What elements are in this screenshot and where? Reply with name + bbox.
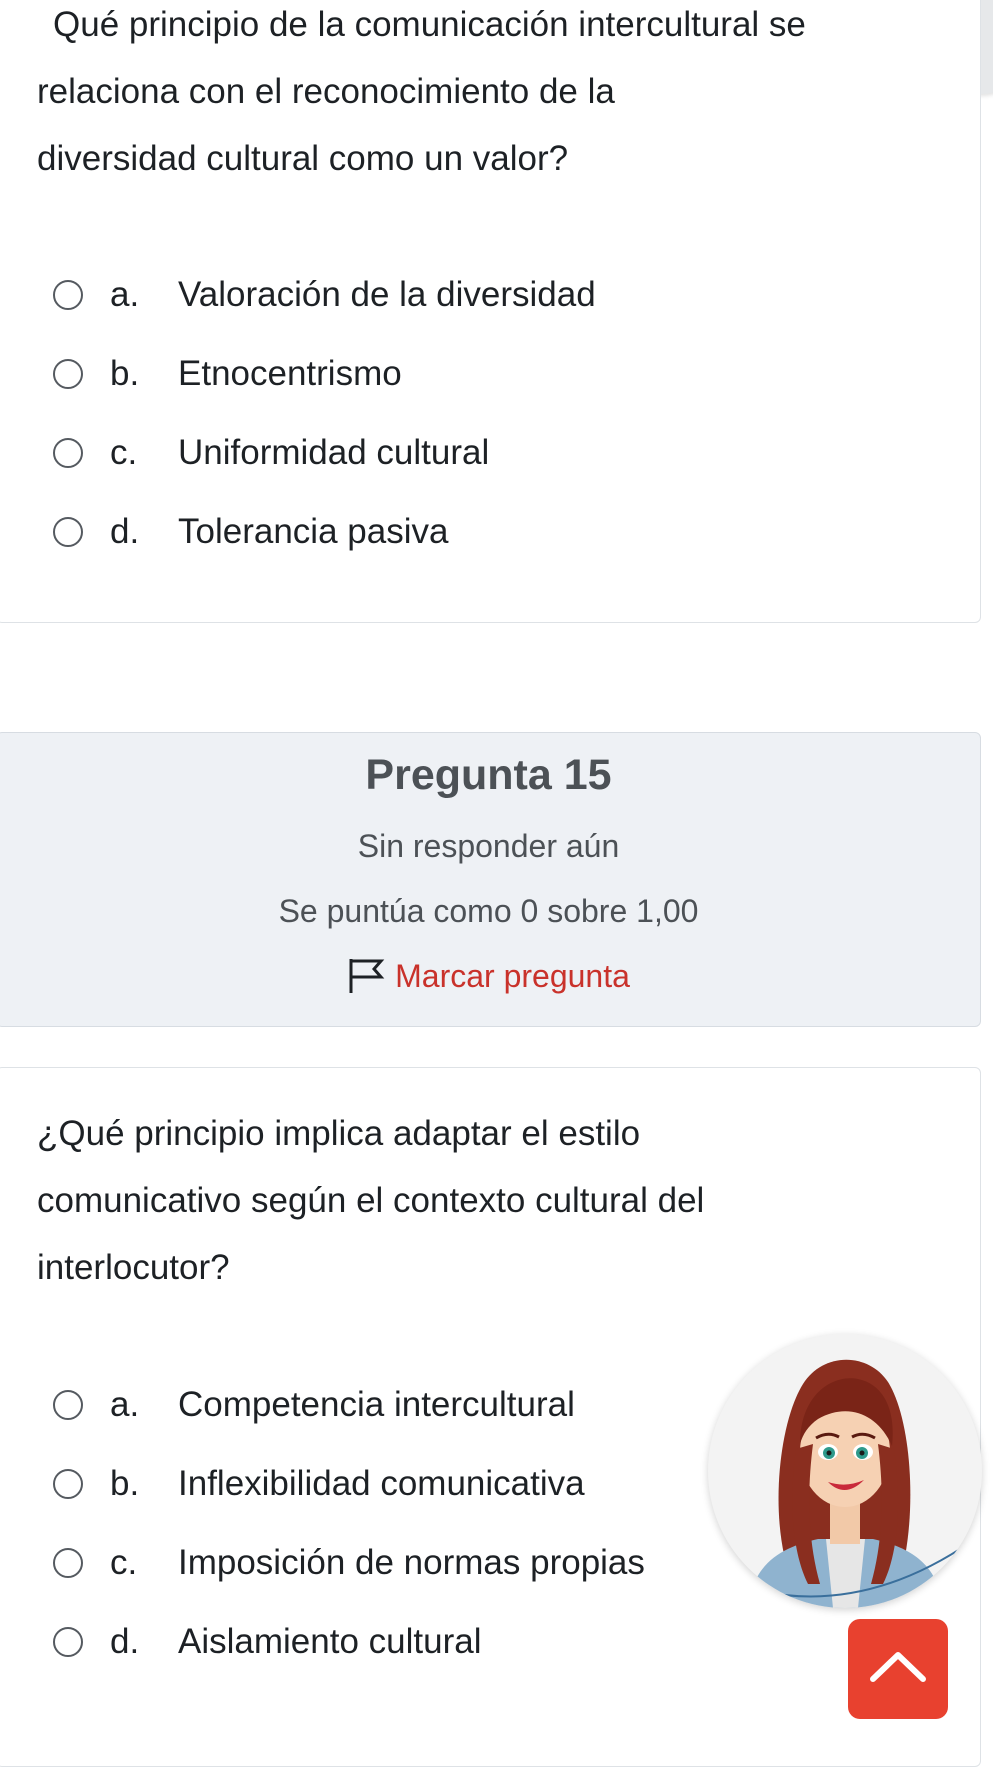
question-info-card: Pregunta 15 Sin responder aún Se puntúa … bbox=[0, 732, 981, 1027]
option-label: Tolerancia pasiva bbox=[178, 512, 449, 551]
chevron-up-icon bbox=[870, 1652, 926, 1682]
flag-question-link[interactable]: Marcar pregunta bbox=[347, 957, 630, 995]
radio-button[interactable] bbox=[53, 1469, 83, 1499]
option-letter: b. bbox=[110, 354, 140, 393]
option-label: Etnocentrismo bbox=[178, 354, 402, 393]
flag-question-label: Marcar pregunta bbox=[395, 957, 630, 994]
question-grade: Se puntúa como 0 sobre 1,00 bbox=[278, 893, 699, 929]
assistant-avatar[interactable] bbox=[708, 1334, 982, 1608]
question-line: ¿Qué principio implica adaptar el estilo bbox=[37, 1114, 641, 1153]
option-label: Aislamiento cultural bbox=[178, 1622, 482, 1661]
option-letter: c. bbox=[110, 433, 138, 472]
option-label: Inflexibilidad comunicativa bbox=[178, 1464, 585, 1503]
radio-button[interactable] bbox=[53, 517, 83, 547]
option-letter: a. bbox=[110, 275, 140, 314]
flag-icon bbox=[349, 959, 385, 993]
question-status: Sin responder aún bbox=[357, 828, 620, 864]
question-line: Qué principio de la comunicación intercu… bbox=[53, 5, 806, 44]
option-letter: c. bbox=[110, 1543, 138, 1582]
flag-question-row: Marcar pregunta bbox=[0, 957, 980, 1003]
radio-button[interactable] bbox=[53, 1548, 83, 1578]
scroll-to-top-button[interactable] bbox=[848, 1619, 948, 1719]
question-line: comunicativo según el contexto cultural … bbox=[37, 1181, 705, 1220]
radio-button[interactable] bbox=[53, 1627, 83, 1657]
option-letter: b. bbox=[110, 1464, 140, 1503]
option-label: Imposición de normas propias bbox=[178, 1543, 645, 1582]
option-letter: d. bbox=[110, 1622, 140, 1661]
question-line: interlocutor? bbox=[37, 1248, 230, 1287]
previous-question-card: Qué principio de la comunicación intercu… bbox=[0, 0, 981, 623]
question-line: diversidad cultural como un valor? bbox=[37, 139, 569, 178]
avatar-illustration bbox=[708, 1359, 982, 1608]
option-letter: a. bbox=[110, 1385, 140, 1424]
option-letter: d. bbox=[110, 512, 140, 551]
option-label: Valoración de la diversidad bbox=[178, 275, 596, 314]
radio-button[interactable] bbox=[53, 359, 83, 389]
question-line: relaciona con el reconocimiento de la bbox=[37, 72, 615, 111]
radio-button[interactable] bbox=[53, 280, 83, 310]
radio-button[interactable] bbox=[53, 1390, 83, 1420]
option-label: Uniformidad cultural bbox=[178, 433, 490, 472]
radio-button[interactable] bbox=[53, 438, 83, 468]
question-number: Pregunta 15 bbox=[365, 751, 612, 799]
option-label: Competencia intercultural bbox=[178, 1385, 575, 1424]
